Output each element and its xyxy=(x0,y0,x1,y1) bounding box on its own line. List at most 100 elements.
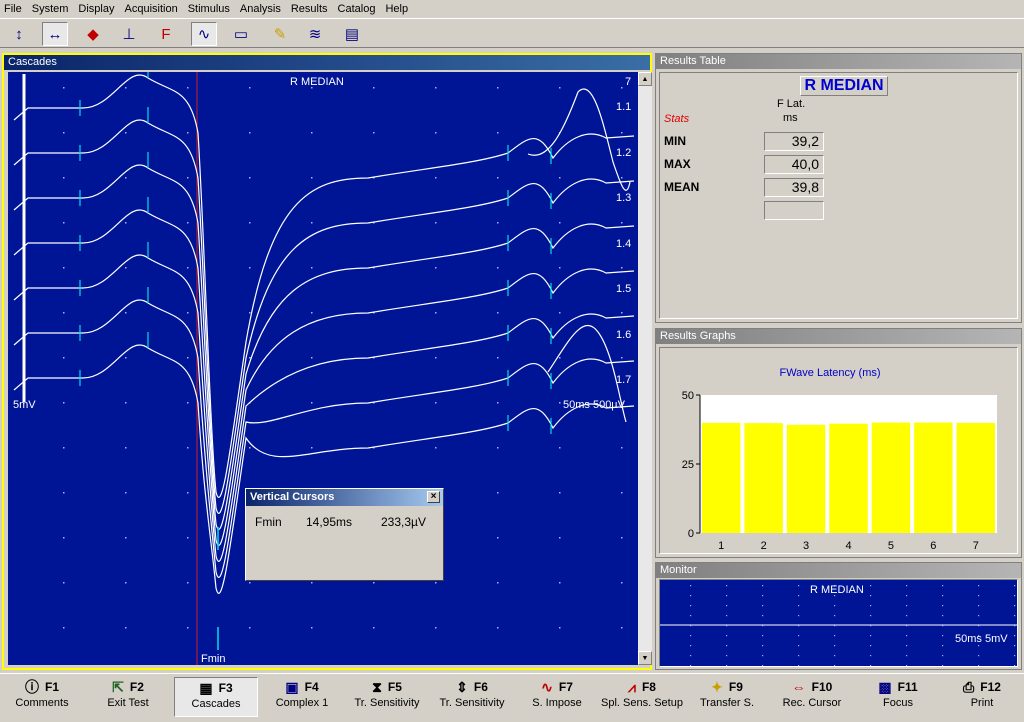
latency-marker-icon: ◆ xyxy=(87,26,99,43)
latency-bar[interactable] xyxy=(914,422,953,533)
f-wave-trace xyxy=(527,88,631,191)
vertical-cursors-titlebar[interactable]: Vertical Cursors × xyxy=(246,489,443,506)
menu-display[interactable]: Display xyxy=(78,3,114,15)
horizontal-cursor-button[interactable]: ↔ xyxy=(42,22,68,46)
latency-bar[interactable] xyxy=(786,424,826,533)
cascade-trace xyxy=(13,119,635,514)
fkey-label: Transfer S. xyxy=(700,697,754,709)
results-nerve-label[interactable]: R MEDIAN xyxy=(800,76,888,96)
x-tick-label: 7 xyxy=(973,540,979,552)
menu-help[interactable]: Help xyxy=(385,3,408,15)
vertical-cursors-dialog[interactable]: Vertical Cursors × Fmin 14,95ms 233,3µV xyxy=(245,488,444,581)
menu-results[interactable]: Results xyxy=(291,3,328,15)
fkey-code: F10 xyxy=(811,680,833,694)
x-tick-label: 3 xyxy=(803,540,809,552)
wave-edit-icon: ≋ xyxy=(308,26,322,43)
scroll-down-icon[interactable]: ▼ xyxy=(638,651,652,665)
min-label: MIN xyxy=(664,134,686,148)
close-icon[interactable]: × xyxy=(427,491,440,503)
flat-units-header: ms xyxy=(783,112,798,124)
monitor-nerve-label: R MEDIAN xyxy=(810,584,864,596)
latency-bar[interactable] xyxy=(702,422,741,533)
report-button[interactable]: ▤ xyxy=(339,22,365,46)
fkey-f8[interactable]: ⩘ F8 Spl. Sens. Setup xyxy=(600,677,684,717)
trace-label: 1.6 xyxy=(616,328,632,341)
mean-value: 39,8 xyxy=(764,178,824,197)
fkey-code: F7 xyxy=(558,680,573,694)
fkey-f4[interactable]: ▣ F4 Complex 1 xyxy=(260,677,344,717)
cascades-scrollbar[interactable]: ▲ ▼ xyxy=(638,72,652,665)
fkey-f10[interactable]: ⇔ F10 Rec. Cursor xyxy=(770,677,854,717)
waveform-button[interactable]: ∿ xyxy=(191,22,217,46)
x-tick-label: 1 xyxy=(718,540,724,552)
f-marker-button[interactable]: F xyxy=(153,22,179,46)
x-tick-label: 6 xyxy=(930,540,936,552)
print-icon: ⎙ xyxy=(963,678,975,695)
toolbar: ↕ ↔ ◆ ⊥ F ∿ ▭ ✎ ≋ ▤ xyxy=(0,18,1024,48)
cascades-top-number: 7 xyxy=(625,76,632,88)
fkey-f5[interactable]: ⧗ F5 Tr. Sensitivity xyxy=(345,677,429,717)
fkey-label: Comments xyxy=(15,697,69,709)
scroll-up-icon[interactable]: ▲ xyxy=(638,72,652,86)
min-value: 39,2 xyxy=(764,132,824,151)
window-button[interactable]: ▭ xyxy=(228,22,254,46)
fkey-code: F9 xyxy=(728,680,743,694)
timebase-scale-label: 50ms 500µV xyxy=(563,399,625,411)
amplitude-cursor-button[interactable]: ↕ xyxy=(6,22,32,46)
waveform-icon: ∿ xyxy=(197,26,211,43)
menu-file[interactable]: File xyxy=(4,3,22,15)
fkey-code: F6 xyxy=(473,680,488,694)
menu-stimulus[interactable]: Stimulus xyxy=(188,3,230,15)
fkey-label: Cascades xyxy=(191,698,241,710)
fkey-code: F3 xyxy=(218,681,233,695)
marker-pen-button[interactable]: ✎ xyxy=(267,22,293,46)
stats-label: Stats xyxy=(664,113,690,125)
latency-marker-button[interactable]: ◆ xyxy=(80,22,106,46)
cascades-nerve-label: R MEDIAN xyxy=(290,76,344,88)
y-tick-label: 25 xyxy=(682,459,694,471)
onset-marker-button[interactable]: ⊥ xyxy=(116,22,142,46)
fkey-label: Spl. Sens. Setup xyxy=(601,697,683,709)
f-marker-icon: F xyxy=(161,25,171,43)
sensitivity-label: 5mV xyxy=(13,399,36,411)
fkey-f11[interactable]: ▩ F11 Focus xyxy=(856,677,940,717)
fkey-f7[interactable]: ∿ F7 S. Impose xyxy=(515,677,599,717)
cascades-icon: ▦ xyxy=(199,679,213,696)
fkey-f2[interactable]: ⇱ F2 Exit Test xyxy=(86,677,170,717)
marker-pen-icon: ✎ xyxy=(273,26,287,43)
latency-bar[interactable] xyxy=(956,422,995,533)
trace-label: 1.5 xyxy=(616,283,632,295)
x-tick-label: 4 xyxy=(845,540,851,552)
trace-label: 1.7 xyxy=(616,374,632,386)
trace-label: 1.2 xyxy=(616,146,632,159)
fkey-code: F2 xyxy=(129,680,144,694)
results-graphs-title: Results Graphs xyxy=(656,329,1021,344)
monitor-title: Monitor xyxy=(656,563,1021,578)
max-label: MAX xyxy=(664,157,691,171)
fkey-f6[interactable]: ⇕ F6 Tr. Sensitivity xyxy=(430,677,514,717)
fkey-code: F12 xyxy=(980,680,1001,694)
monitor-plot[interactable]: R MEDIAN 50ms 5mV xyxy=(659,579,1018,667)
fkey-f12[interactable]: ⎙ F12 Print xyxy=(940,677,1024,717)
wave-edit-button[interactable]: ≋ xyxy=(302,22,328,46)
menu-catalog[interactable]: Catalog xyxy=(338,3,376,15)
fkey-f1[interactable]: ⓘ F1 Comments xyxy=(0,677,84,717)
cursor-amplitude: 233,3µV xyxy=(381,515,426,529)
rec-cursor-icon: ⇔ xyxy=(791,679,806,695)
function-key-bar: ⓘ F1 Comments ⇱ F2 Exit Test ▦ F3 Cascades ▣ F4 Com… xyxy=(0,673,1024,722)
menu-analysis[interactable]: Analysis xyxy=(240,3,281,15)
latency-bar[interactable] xyxy=(829,423,868,533)
x-tick-label: 2 xyxy=(761,540,767,552)
fwave-latency-chart[interactable]: FWave Latency (ms) 50 25 0 1 2 3 4 5 6 7 xyxy=(660,348,1017,553)
exit-test-icon: ⇱ xyxy=(112,678,124,695)
mean-label: MEAN xyxy=(664,180,700,194)
fkey-label: Print xyxy=(970,697,994,709)
fkey-f9[interactable]: ✦ F9 Transfer S. xyxy=(685,677,769,717)
menu-acquisition[interactable]: Acquisition xyxy=(125,3,178,15)
latency-bar[interactable] xyxy=(744,423,783,533)
amplitude-cursor-icon: ↕ xyxy=(15,25,23,43)
onset-marker-icon: ⊥ xyxy=(122,26,136,43)
menu-system[interactable]: System xyxy=(32,3,69,15)
latency-bar[interactable] xyxy=(871,422,911,533)
fkey-f3[interactable]: ▦ F3 Cascades xyxy=(174,677,258,717)
